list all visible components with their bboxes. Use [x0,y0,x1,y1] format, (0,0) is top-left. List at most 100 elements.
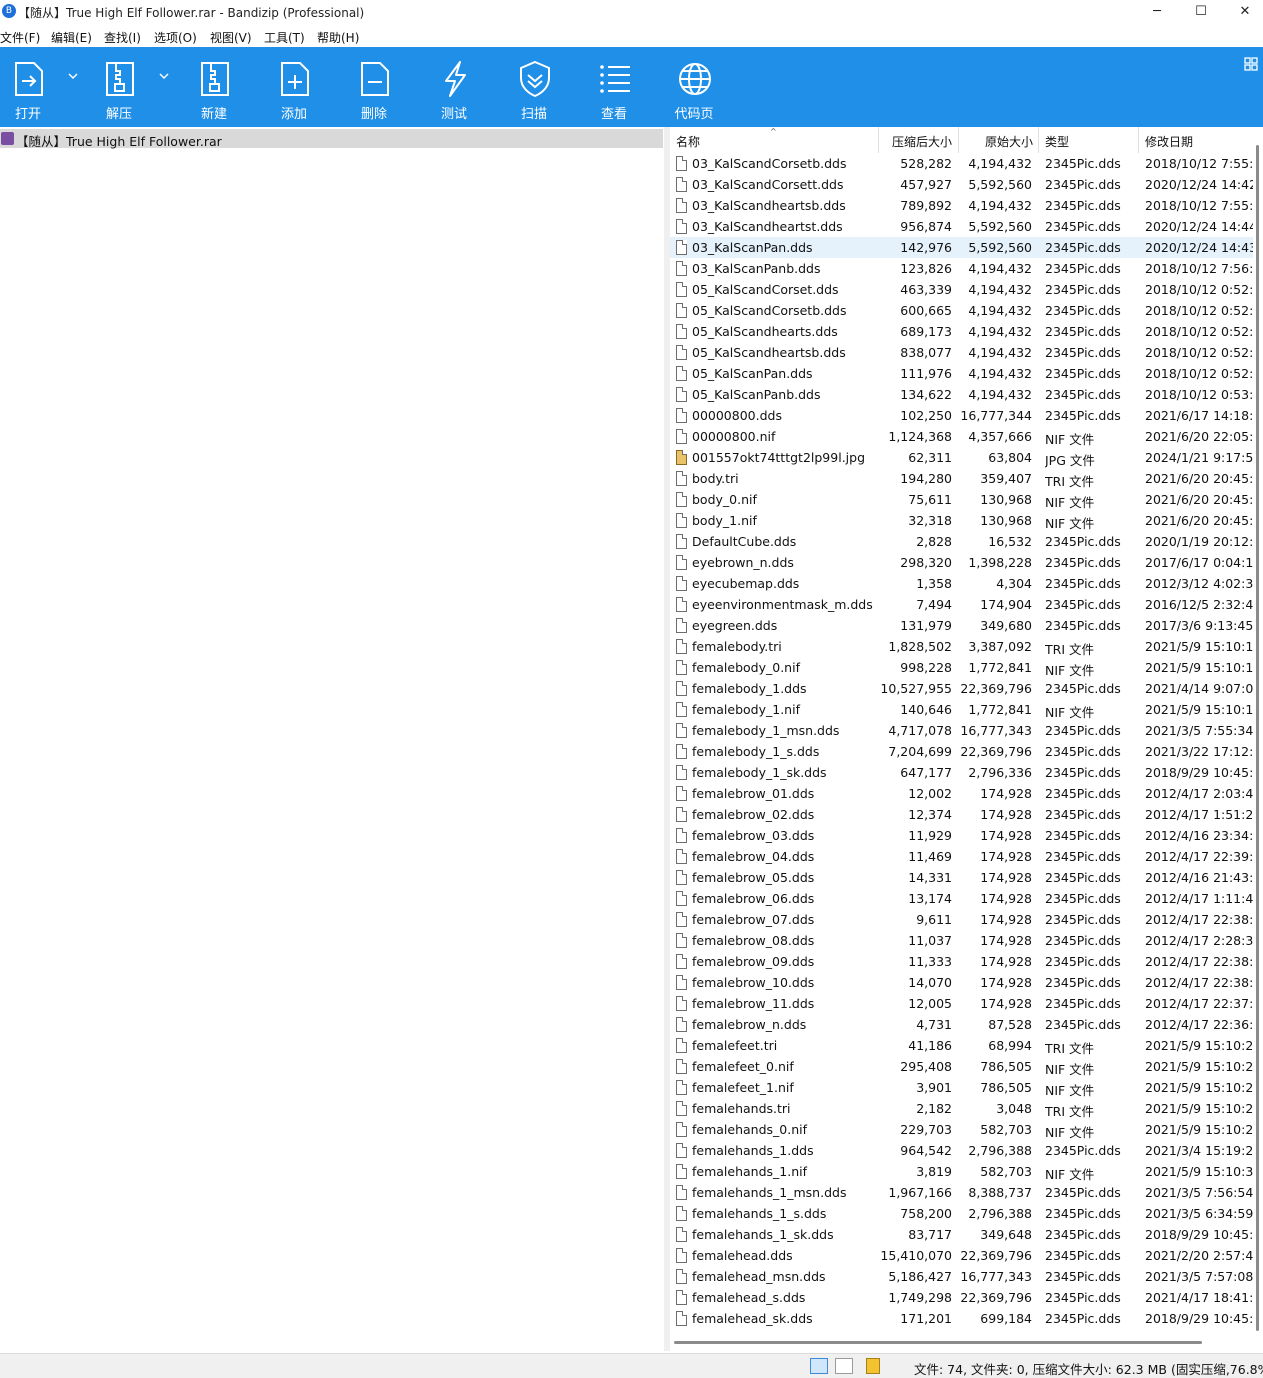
file-row[interactable]: body_1.nif 32,318 130,968 NIF 文件 2021/6/20 2… [670,510,1261,531]
menu-help[interactable]: 帮助(H) [317,29,359,46]
codepage-button[interactable]: 代码页 [662,47,726,127]
layout-grid-icon[interactable] [1244,57,1258,71]
horizontal-scroll-thumb[interactable] [674,1341,1202,1344]
tree-root-item[interactable]: 【随从】True High Elf Follower.rar [0,129,663,149]
file-row[interactable]: femalehands_1_msn.dds 1,967,166 8,388,737 2… [670,1182,1253,1203]
column-header-compressed-size[interactable]: 压缩后大小 [892,133,952,150]
close-button[interactable]: ✕ [1223,0,1263,24]
file-row[interactable]: 05_KalScandCorset.dds 463,339 4,194,432 234… [670,279,1261,300]
column-divider[interactable] [1138,127,1139,153]
file-row[interactable]: femalefeet.tri 41,186 68,994 TRI 文件 2021/5/9… [670,1035,1261,1056]
file-row[interactable]: femalehead_s.dds 1,749,298 22,369,796 2345P… [670,1287,1261,1308]
file-compressed-size: 647,177 [900,765,952,780]
file-row[interactable]: femalebrow_08.dds 11,037 174,928 2345Pic.dd… [670,930,1261,951]
column-header-modified[interactable]: 修改日期 [1145,133,1193,150]
thumbnail-view-icon[interactable] [835,1358,853,1374]
file-row[interactable]: eyeenvironmentmask_m.dds 7,494 174,904 2345… [670,594,1261,615]
file-compressed-size: 11,333 [908,954,952,969]
file-row[interactable]: 00000800.nif 1,124,368 4,357,666 NIF 文件 2021… [670,426,1261,447]
file-row[interactable]: femalebody_1_msn.dds 4,717,078 16,777,343 2… [670,720,1253,741]
file-row[interactable]: 03_KalScandheartsb.dds 789,892 4,194,432 23… [670,195,1261,216]
file-row[interactable]: femalefeet_1.nif 3,901 786,505 NIF 文件 2021/5… [670,1077,1261,1098]
menu-find[interactable]: 查找(I) [104,29,141,46]
file-row[interactable]: 00000800.dds 102,250 16,777,344 2345Pic.dds… [670,405,1261,426]
file-row[interactable]: femalebrow_09.dds 11,333 174,928 2345Pic.dd… [670,951,1261,972]
maximize-button[interactable]: ☐ [1179,0,1223,24]
file-row[interactable]: femalehands_1.nif 3,819 582,703 NIF 文件 2021/… [670,1161,1261,1182]
file-row[interactable]: femalebody_1_sk.dds 647,177 2,796,336 2345P… [670,762,1261,783]
open-button[interactable]: 打开 [0,47,60,127]
file-row[interactable]: 05_KalScandhearts.dds 689,173 4,194,432 234… [670,321,1261,342]
file-row[interactable]: eyebrown_n.dds 298,320 1,398,228 2345Pic.dd… [670,552,1261,573]
vertical-scrollbar[interactable] [1253,127,1263,1351]
file-row[interactable]: 05_KalScanPan.dds 111,976 4,194,432 2345Pic… [670,363,1261,384]
menu-options[interactable]: 选项(O) [154,29,197,46]
menu-tools[interactable]: 工具(T) [264,29,305,46]
file-row[interactable]: femalefeet_0.nif 295,408 786,505 NIF 文件 2021… [670,1056,1261,1077]
file-row[interactable]: femalehands_1_sk.dds 83,717 349,648 2345Pic… [670,1224,1261,1245]
file-row[interactable]: 05_KalScandheartsb.dds 838,077 4,194,432 23… [670,342,1261,363]
vertical-scroll-thumb[interactable] [1256,145,1259,1331]
file-row[interactable]: femalehands_0.nif 229,703 582,703 NIF 文件 202… [670,1119,1261,1140]
menu-view[interactable]: 视图(V) [210,29,252,46]
file-row[interactable]: femalebrow_06.dds 13,174 174,928 2345Pic.dd… [670,888,1261,909]
folder-tree-pane[interactable]: 【随从】True High Elf Follower.rar [0,127,664,1351]
file-row[interactable]: 03_KalScanPan.dds 142,976 5,592,560 2345Pic… [670,237,1261,258]
file-row[interactable]: 03_KalScanPanb.dds 123,826 4,194,432 2345Pi… [670,258,1263,279]
file-icon [676,366,687,381]
file-row[interactable]: DefaultCube.dds 2,828 16,532 2345Pic.dds 202… [670,531,1261,552]
file-row[interactable]: 03_KalScandCorsetb.dds 528,282 4,194,432 23… [670,153,1263,174]
file-row[interactable]: femalebrow_11.dds 12,005 174,928 2345Pic.dd… [670,993,1261,1014]
file-row[interactable]: femalebrow_03.dds 11,929 174,928 2345Pic.dd… [670,825,1261,846]
column-divider[interactable] [878,127,879,153]
file-row[interactable]: femalebody_0.nif 998,228 1,772,841 NIF 文件 20… [670,657,1261,678]
column-divider[interactable] [1038,127,1039,153]
file-row[interactable]: femalebody.tri 1,828,502 3,387,092 TRI 文件 20… [670,636,1261,657]
file-row[interactable]: 05_KalScanPanb.dds 134,622 4,194,432 2345Pi… [670,384,1261,405]
delete-button[interactable]: 删除 [342,47,406,127]
file-row[interactable]: femalebrow_07.dds 9,611 174,928 2345Pic.dds… [670,909,1261,930]
column-header-name[interactable]: 名称 [676,133,700,150]
file-row[interactable]: femalebrow_05.dds 14,331 174,928 2345Pic.dd… [670,867,1261,888]
minimize-button[interactable]: ─ [1135,0,1179,24]
file-row[interactable]: femalebrow_n.dds 4,731 87,528 2345Pic.dds 20… [670,1014,1261,1035]
file-row[interactable]: femalehands_1.dds 964,542 2,796,388 2345Pic… [670,1140,1261,1161]
menu-file[interactable]: 文件(F) [0,29,40,46]
file-row[interactable]: 03_KalScandCorsett.dds 457,927 5,592,560 23… [670,174,1263,195]
file-row[interactable]: femalebrow_10.dds 14,070 174,928 2345Pic.dd… [670,972,1261,993]
file-row[interactable]: femalehead_msn.dds 5,186,427 16,777,343 234… [670,1266,1253,1287]
file-row[interactable]: 001557okt74tttgt2lp99l.jpg 62,311 63,804 JP… [670,447,1261,468]
file-row[interactable]: femalebody_1.dds 10,527,955 22,369,796 2345… [670,678,1261,699]
extract-dropdown-chevron-icon[interactable] [157,69,171,83]
menu-edit[interactable]: 编辑(E) [51,29,92,46]
extract-button[interactable]: 解压 [87,47,151,127]
scan-button[interactable]: 扫描 [502,47,566,127]
delete-label: 删除 [360,107,387,122]
new-archive-button[interactable]: 新建 [182,47,246,127]
archive-info-icon[interactable] [866,1358,880,1374]
file-row[interactable]: eyegreen.dds 131,979 349,680 2345Pic.dds 201… [670,615,1253,636]
file-row[interactable]: femalehands.tri 2,182 3,048 TRI 文件 2021/5/9 … [670,1098,1261,1119]
file-row[interactable]: 03_KalScandheartst.dds 956,874 5,592,560 23… [670,216,1261,237]
file-row[interactable]: 05_KalScandCorsetb.dds 600,665 4,194,432 23… [670,300,1261,321]
column-header-type[interactable]: 类型 [1045,133,1069,150]
file-row[interactable]: femalebrow_02.dds 12,374 174,928 2345Pic.dd… [670,804,1261,825]
file-row[interactable]: body_0.nif 75,611 130,968 NIF 文件 2021/6/20 2… [670,489,1263,510]
test-button[interactable]: 测试 [422,47,486,127]
file-row[interactable]: femalebrow_04.dds 11,469 174,928 2345Pic.dd… [670,846,1261,867]
file-row[interactable]: body.tri 194,280 359,407 TRI 文件 2021/6/20 20… [670,468,1263,489]
file-row[interactable]: femalebrow_01.dds 12,002 174,928 2345Pic.dd… [670,783,1261,804]
file-row[interactable]: femalehead.dds 15,410,070 22,369,796 2345Pi… [670,1245,1261,1266]
details-view-icon[interactable] [810,1358,828,1374]
file-row[interactable]: femalebody_1_s.dds 7,204,699 22,369,796 234… [670,741,1261,762]
open-dropdown-chevron-icon[interactable] [66,69,80,83]
horizontal-scrollbar[interactable] [670,1337,1253,1349]
view-button[interactable]: 查看 [582,47,646,127]
file-row[interactable]: femalebody_1.nif 140,646 1,772,841 NIF 文件 20… [670,699,1261,720]
add-button[interactable]: 添加 [262,47,326,127]
column-divider[interactable] [958,127,959,153]
file-row[interactable]: femalehands_1_s.dds 758,200 2,796,388 2345P… [670,1203,1253,1224]
file-row[interactable]: eyecubemap.dds 1,358 4,304 2345Pic.dds 2012/… [670,573,1261,594]
column-header-original-size[interactable]: 原始大小 [985,133,1033,150]
file-row[interactable]: femalehead_sk.dds 171,201 699,184 2345Pic.d… [670,1308,1261,1329]
